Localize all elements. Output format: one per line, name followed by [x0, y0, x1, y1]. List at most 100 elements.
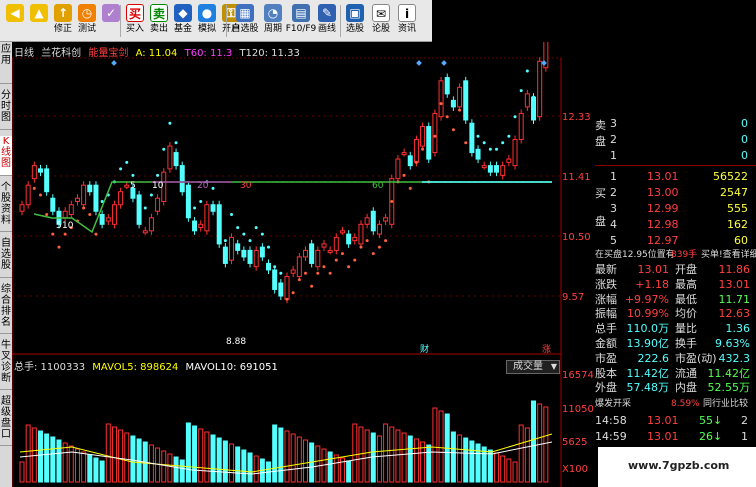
sell-row: 2 0 [595, 133, 756, 146]
select-button[interactable]: ▣ 选股 [344, 2, 366, 40]
stat-key: 开盘 [675, 263, 697, 276]
tab-market-depth[interactable]: 超级盘口 [0, 396, 12, 446]
info-label: 资讯 [397, 24, 416, 34]
sell-button[interactable]: 卖 卖出 [148, 2, 170, 40]
tick-row: 14:58 13.01 55 ↓ 2 [595, 414, 756, 427]
candle [87, 184, 93, 193]
down-arrow-icon: ↓ [713, 430, 723, 443]
volume-bar [401, 432, 407, 483]
volume-bar [50, 436, 56, 483]
industry-compare-link[interactable]: 同行业比较 [703, 398, 748, 411]
tab-kline[interactable]: K线图 [0, 136, 12, 176]
trail-dot [248, 239, 252, 243]
quote-panel: 卖 盘 3 0 2 0 1 0 买 盘 1 13.01 56522 2 13.0… [595, 113, 756, 487]
volume-bar [179, 459, 185, 483]
price-tick-2: 11.41 [562, 172, 591, 183]
modify-icon: ↑ [54, 4, 72, 22]
stat-value: 11.71 [718, 292, 751, 306]
candle [290, 269, 296, 274]
candle [93, 184, 99, 212]
trail-dot [470, 128, 474, 132]
candle [185, 184, 191, 219]
trail-dot [421, 147, 425, 151]
trail-dot [267, 245, 271, 249]
candle [247, 249, 253, 264]
event-diamond [416, 60, 422, 66]
candle [296, 256, 302, 277]
f10-button[interactable]: ▤ F10/F9 [286, 2, 316, 40]
simulate-button[interactable]: ● 模拟 [196, 2, 218, 40]
candle [407, 155, 413, 167]
stat-key: 外盘 [595, 381, 617, 395]
volume-bar [364, 429, 370, 483]
tick-price: 13.01 [647, 430, 679, 443]
trail-dot [297, 278, 301, 282]
up-button[interactable]: ▲ [28, 2, 50, 40]
tick-count: 1 [741, 430, 748, 443]
burst-percent: 8.59% [671, 399, 700, 409]
volume-bar [253, 455, 259, 483]
volume: 2547 [720, 186, 748, 199]
stat-value: +9.97% [624, 292, 669, 306]
volume: 162 [727, 218, 748, 231]
tab-diagnosis[interactable]: 牛叉诊断 [0, 340, 12, 390]
candle [136, 194, 142, 225]
event-diamond [111, 60, 117, 66]
candle [124, 184, 130, 188]
buy-button[interactable]: 买 买入 [124, 2, 146, 40]
moving-average-line [33, 181, 552, 234]
stat-key: 振幅 [595, 307, 617, 321]
kline-chart[interactable]: 5 10 20 30 60 5 10 8.88 财涨 日线 兰花科创 能量宝剑 A: 11.04… [12, 42, 562, 487]
candle [74, 197, 80, 202]
candle [68, 204, 74, 216]
tab-ranking[interactable]: 综合排名 [0, 284, 12, 334]
candle [376, 223, 382, 235]
stat-value: 10.99% [627, 307, 669, 321]
tab-watchlist[interactable]: 自选股 [0, 238, 12, 278]
tab-intraday[interactable]: 分时图 [0, 90, 12, 130]
volume-bar [296, 436, 302, 483]
stat-key: 流通 [675, 366, 697, 380]
info-button[interactable]: i 资讯 [396, 2, 418, 40]
stat-value: 52.55万 [707, 381, 751, 395]
ma-label-30: 30 [240, 181, 252, 191]
indicator-a: A: 11.04 [135, 48, 178, 59]
test-button[interactable]: ◷ 测试 [76, 2, 98, 40]
back-button[interactable]: ◀ [4, 2, 26, 40]
candle [173, 152, 179, 167]
tab-apps[interactable]: 应用 [0, 44, 12, 84]
trail-dot [193, 206, 197, 210]
candle [315, 249, 321, 268]
f10-icon: ▤ [292, 4, 310, 22]
event-marker-finance: 财 [420, 343, 429, 355]
volume-indicator-dropdown[interactable]: 成交量 ▼ [506, 360, 560, 374]
volume-bar [111, 426, 117, 483]
stat-key: 涨幅 [595, 292, 617, 306]
volume-bar [376, 435, 382, 483]
cycle-button[interactable]: ◔ 周期 [260, 2, 286, 40]
trail-dot [532, 95, 536, 99]
test2-button[interactable]: ✓ [100, 2, 122, 40]
burst-row: 爆发开采 8.59% 同行业比较 [595, 398, 756, 411]
modify-button[interactable]: ↑ 修正 [52, 2, 74, 40]
queue-detail-link[interactable]: 买单!查看详细 [701, 249, 756, 262]
volume-bar [333, 454, 339, 483]
trail-dot [482, 141, 486, 145]
fund-button[interactable]: ◆ 基金 [172, 2, 194, 40]
notes-button[interactable]: ✉ 论股 [370, 2, 392, 40]
level: 2 [610, 133, 617, 146]
candle [321, 243, 327, 248]
trail-dot [439, 102, 443, 106]
volume-bar [426, 444, 432, 483]
watchlist-button[interactable]: ▦ 自选股 [231, 2, 259, 40]
select-stock-icon: ▣ [346, 4, 364, 22]
trail-dot [149, 193, 153, 197]
draw-button[interactable]: ✎ 画线 [316, 2, 338, 40]
stat-value: 11.42亿 [707, 366, 751, 380]
stat-row: 总手 110.0万 量比 1.36 [595, 322, 756, 335]
price: 12.98 [647, 218, 679, 231]
tab-profile[interactable]: 个股资料 [0, 182, 12, 232]
trail-dot [347, 265, 351, 269]
level: 3 [610, 202, 617, 215]
buy-row: 2 13.00 2547 [595, 186, 756, 199]
